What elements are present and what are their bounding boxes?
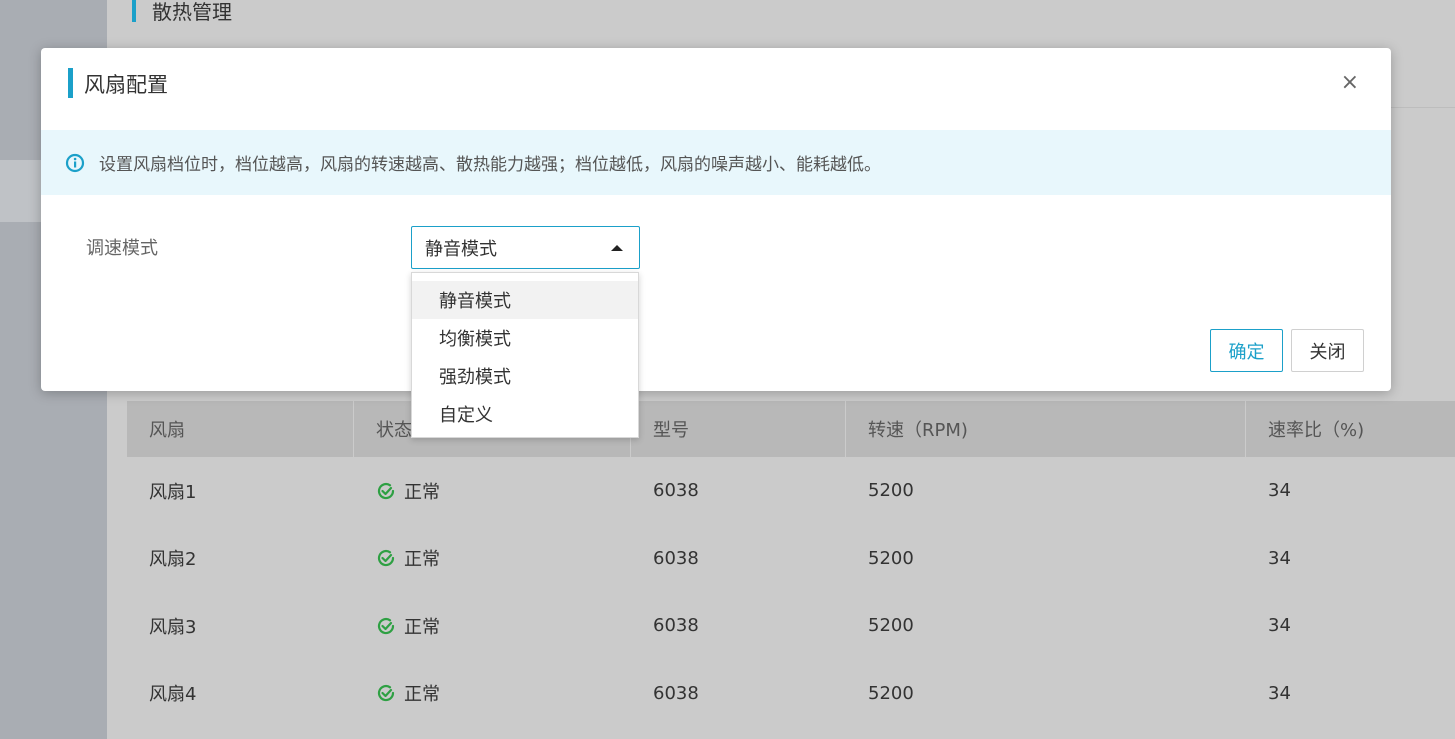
fan-model: 6038 — [653, 682, 699, 704]
page-title: 散热管理 — [152, 0, 232, 24]
check-circle-icon — [376, 616, 396, 636]
fan-name: 风扇4 — [149, 684, 197, 706]
fan-status: 正常 — [354, 592, 631, 660]
fan-status-text: 正常 — [404, 481, 440, 503]
table-row: 风扇3 正常 6038 5200 34 — [127, 592, 1455, 660]
fan-ratio: 34 — [1268, 547, 1291, 569]
fan-rpm: 5200 — [868, 480, 914, 502]
close-icon[interactable]: × — [1341, 70, 1359, 95]
speed-mode-value: 静音模式 — [425, 238, 497, 260]
fan-table: 风扇 状态 型号 转速（RPM) 速率比（%) 风扇1 正常 6038 5200 34 风… — [127, 401, 1455, 727]
table-row: 风扇1 正常 6038 5200 34 — [127, 457, 1455, 525]
option-balanced[interactable]: 均衡模式 — [412, 319, 638, 357]
option-silent[interactable]: 静音模式 — [412, 281, 638, 319]
fan-model: 6038 — [653, 480, 699, 502]
fan-status-text: 正常 — [404, 549, 440, 571]
option-custom[interactable]: 自定义 — [412, 395, 638, 433]
fan-name: 风扇3 — [149, 616, 197, 638]
dialog-title-accent — [68, 68, 73, 98]
notice-text: 设置风扇档位时，档位越高，风扇的转速越高、散热能力越强；档位越低，风扇的噪声越小… — [99, 155, 881, 175]
header-fan: 风扇 — [127, 401, 354, 457]
header-rpm: 转速（RPM) — [846, 401, 1246, 457]
speed-mode-select[interactable]: 静音模式 — [411, 226, 640, 269]
fan-status-text: 正常 — [404, 684, 440, 706]
fan-config-dialog: 风扇配置 × 设置风扇档位时，档位越高，风扇的转速越高、散热能力越强；档位越低，… — [41, 48, 1391, 391]
fan-model: 6038 — [653, 547, 699, 569]
fan-status: 正常 — [354, 525, 631, 593]
header-model: 型号 — [631, 401, 846, 457]
fan-name: 风扇2 — [149, 549, 197, 571]
close-button[interactable]: 关闭 — [1291, 329, 1364, 372]
confirm-button[interactable]: 确定 — [1210, 329, 1283, 372]
fan-model: 6038 — [653, 615, 699, 637]
table-header: 风扇 状态 型号 转速（RPM) 速率比（%) — [127, 401, 1455, 457]
info-circle-icon — [65, 153, 85, 173]
table-row: 风扇4 正常 6038 5200 34 — [127, 660, 1455, 728]
header-ratio: 速率比（%) — [1268, 420, 1365, 441]
fan-status: 正常 — [354, 457, 631, 525]
check-circle-icon — [376, 548, 396, 568]
fan-rpm: 5200 — [868, 547, 914, 569]
fan-ratio: 34 — [1268, 615, 1291, 637]
notice-banner: 设置风扇档位时，档位越高，风扇的转速越高、散热能力越强；档位越低，风扇的噪声越小… — [41, 130, 1391, 195]
speed-mode-label: 调速模式 — [86, 238, 158, 259]
check-circle-icon — [376, 481, 396, 501]
speed-mode-dropdown: 静音模式 均衡模式 强劲模式 自定义 — [411, 272, 639, 438]
fan-rpm: 5200 — [868, 682, 914, 704]
caret-up-icon — [611, 244, 623, 251]
page-title-accent — [132, 0, 136, 22]
table-body: 风扇1 正常 6038 5200 34 风扇2 正常 6038 5200 34 风扇3 正常 6038 5… — [127, 457, 1455, 727]
fan-rpm: 5200 — [868, 615, 914, 637]
fan-name: 风扇1 — [149, 481, 197, 503]
check-circle-icon — [376, 683, 396, 703]
fan-ratio: 34 — [1268, 682, 1291, 704]
option-strong[interactable]: 强劲模式 — [412, 357, 638, 395]
fan-status: 正常 — [354, 660, 631, 728]
fan-status-text: 正常 — [404, 616, 440, 638]
fan-ratio: 34 — [1268, 480, 1291, 502]
dialog-title: 风扇配置 — [84, 73, 168, 97]
table-row: 风扇2 正常 6038 5200 34 — [127, 525, 1455, 593]
